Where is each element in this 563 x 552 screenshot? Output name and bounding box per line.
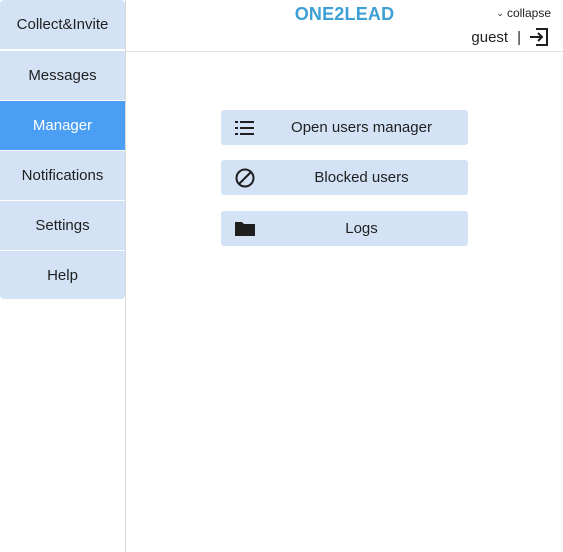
chevron-down-icon: ⌄ bbox=[496, 7, 504, 18]
sidebar-item-label: Help bbox=[47, 266, 78, 284]
collapse-label: collapse bbox=[506, 6, 551, 20]
blocked-users-button[interactable]: Blocked users bbox=[221, 160, 468, 195]
sidebar-item-label: Manager bbox=[32, 117, 93, 134]
collapse-toggle[interactable]: ⌄ collapse bbox=[496, 6, 551, 20]
username: guest bbox=[471, 28, 509, 46]
sidebar-item-notifications[interactable]: Notifications bbox=[0, 151, 125, 200]
app-window: Collect&Invite Messages Manager Notifica… bbox=[0, 0, 563, 552]
sidebar-item-label: Messages bbox=[28, 67, 97, 84]
separator: | bbox=[517, 28, 521, 46]
button-label: Open users manager bbox=[291, 119, 432, 136]
logs-button[interactable]: Logs bbox=[221, 211, 468, 246]
sidebar-item-settings[interactable]: Settings bbox=[0, 201, 125, 250]
sidebar-item-messages[interactable]: Messages bbox=[0, 51, 125, 100]
sidebar-item-help[interactable]: Help bbox=[0, 251, 125, 299]
button-label: Logs bbox=[345, 220, 378, 237]
user-area: guest | bbox=[471, 27, 549, 47]
sidebar-item-label: Collect&Invite bbox=[16, 16, 109, 33]
sidebar-item-manager[interactable]: Manager bbox=[0, 101, 125, 150]
sidebar-item-label: Notifications bbox=[21, 167, 104, 184]
sidebar-item-collect-invite[interactable]: Collect&Invite bbox=[0, 0, 125, 49]
sidebar: Collect&Invite Messages Manager Notifica… bbox=[0, 0, 126, 552]
button-label: Blocked users bbox=[314, 169, 409, 186]
sidebar-item-label: Settings bbox=[35, 217, 90, 234]
open-users-manager-button[interactable]: Open users manager bbox=[221, 110, 468, 145]
header: ONE2LEAD ⌄ collapse guest | bbox=[126, 0, 563, 52]
logout-icon[interactable] bbox=[529, 27, 549, 47]
